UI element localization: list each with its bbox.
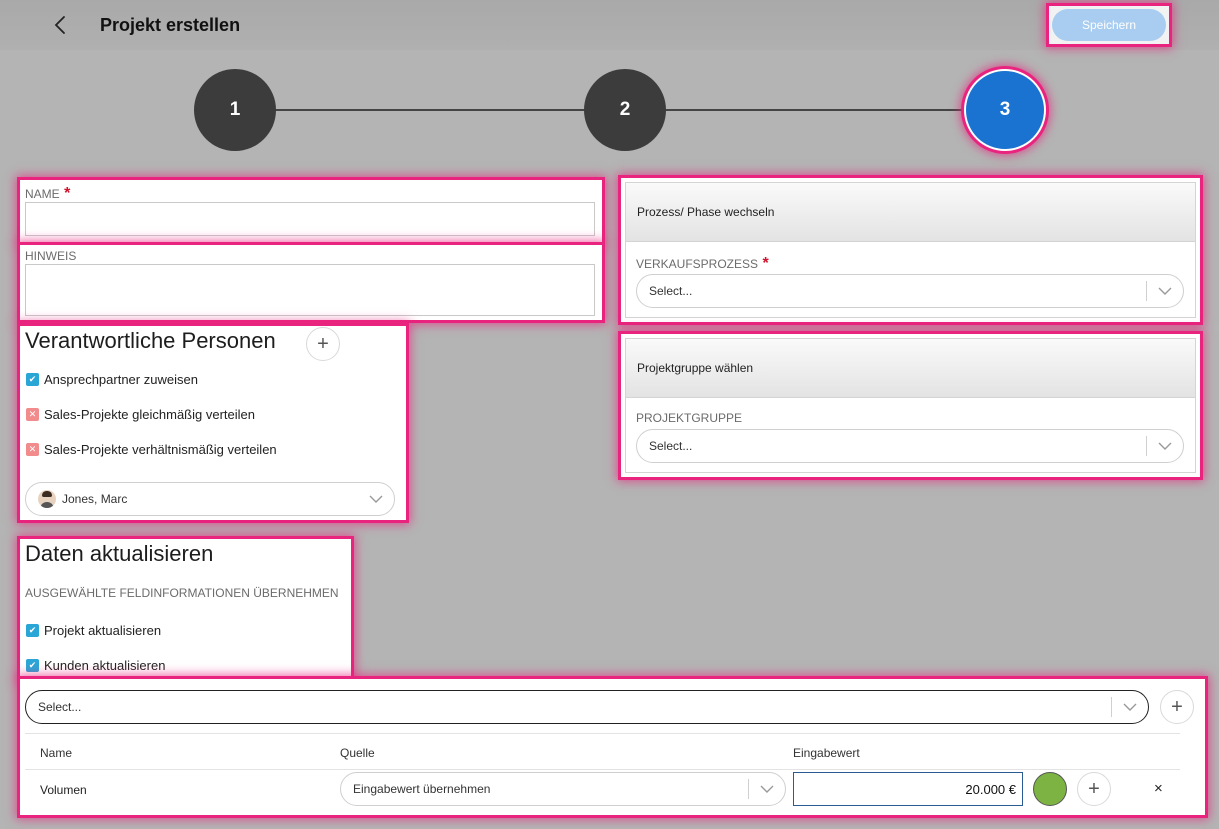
checkbox-checked-icon: ✔: [26, 373, 39, 386]
top-bar: Projekt erstellen: [0, 0, 1219, 50]
project-group-label: PROJEKTGRUPPE: [636, 411, 743, 425]
distribute-proportionally-checkbox[interactable]: ✕ Sales-Projekte verhältnismäßig verteil…: [26, 442, 277, 457]
checkbox-unchecked-icon: ✕: [26, 408, 39, 421]
update-project-checkbox[interactable]: ✔ Projekt aktualisieren: [26, 623, 161, 638]
responsible-persons-section: Verantwortliche Personen + ✔ Ansprechpar…: [20, 326, 406, 520]
update-customer-checkbox[interactable]: ✔ Kunden aktualisieren: [26, 658, 165, 673]
chevron-down-icon: [1112, 703, 1148, 711]
step-1[interactable]: 1: [194, 69, 276, 151]
back-arrow-icon[interactable]: [48, 12, 74, 38]
close-icon[interactable]: ×: [1154, 780, 1163, 797]
sales-process-label: VERKAUFSPROZESS: [636, 257, 759, 271]
name-input[interactable]: [25, 202, 595, 236]
row-name: Volumen: [40, 783, 87, 797]
responsible-persons-title: Verantwortliche Personen: [25, 328, 276, 353]
person-select[interactable]: Jones, Marc: [25, 482, 395, 516]
value-input[interactable]: 20.000 €: [793, 772, 1023, 806]
add-value-button[interactable]: +: [1077, 772, 1111, 806]
project-group-select[interactable]: Select...: [636, 429, 1184, 463]
selected-person: Jones, Marc: [62, 492, 128, 506]
save-button[interactable]: Speichern: [1052, 9, 1166, 41]
distribute-evenly-checkbox[interactable]: ✕ Sales-Projekte gleichmäßig verteilen: [26, 407, 255, 422]
checkbox-checked-icon: ✔: [26, 624, 39, 637]
sales-process-select[interactable]: Select...: [636, 274, 1184, 308]
project-group-card: Projektgruppe wählen PROJEKTGRUPPE Selec…: [621, 334, 1200, 477]
page-title: Projekt erstellen: [100, 15, 241, 35]
assign-contact-checkbox[interactable]: ✔ Ansprechpartner zuweisen: [26, 372, 198, 387]
name-label: NAME: [25, 187, 60, 201]
update-data-subtitle: AUSGEWÄHLTE FELDINFORMATIONEN ÜBERNEHMEN: [25, 586, 339, 600]
required-mark: *: [64, 185, 71, 202]
step-3[interactable]: 3: [964, 69, 1046, 151]
avatar: [38, 490, 56, 508]
update-data-section: Daten aktualisieren AUSGEWÄHLTE FELDINFO…: [20, 539, 351, 679]
step-2[interactable]: 2: [584, 69, 666, 151]
stepper-connector: [275, 109, 585, 111]
add-person-button[interactable]: +: [306, 327, 340, 361]
checkbox-unchecked-icon: ✕: [26, 443, 39, 456]
save-button-container: Speichern: [1049, 6, 1169, 44]
checkbox-checked-icon: ✔: [26, 659, 39, 672]
stepper-connector: [665, 109, 965, 111]
name-field-group: NAME *: [20, 180, 602, 242]
add-field-button[interactable]: +: [1160, 690, 1194, 724]
process-card-header: Prozess/ Phase wechseln: [625, 182, 1196, 241]
chevron-down-icon: [358, 495, 394, 503]
hint-label: HINWEIS: [25, 249, 77, 263]
column-header-source: Quelle: [340, 746, 375, 760]
color-picker[interactable]: [1033, 772, 1067, 806]
hint-field-group: HINWEIS: [20, 245, 602, 320]
update-data-title: Daten aktualisieren: [25, 541, 214, 566]
required-mark: *: [762, 255, 769, 272]
hint-textarea[interactable]: [25, 264, 595, 316]
field-mapping-section: Select... + Name Quelle Eingabewert Volu…: [20, 679, 1205, 815]
chevron-down-icon: [749, 785, 785, 793]
column-header-name: Name: [40, 746, 73, 760]
chevron-down-icon: [1147, 287, 1183, 295]
chevron-down-icon: [1147, 442, 1183, 450]
column-header-value: Eingabewert: [793, 746, 860, 760]
group-card-header: Projektgruppe wählen: [625, 338, 1196, 397]
process-phase-card: Prozess/ Phase wechseln VERKAUFSPROZESS …: [621, 178, 1200, 322]
source-select[interactable]: Eingabewert übernehmen: [340, 772, 786, 806]
field-select[interactable]: Select...: [25, 690, 1149, 724]
